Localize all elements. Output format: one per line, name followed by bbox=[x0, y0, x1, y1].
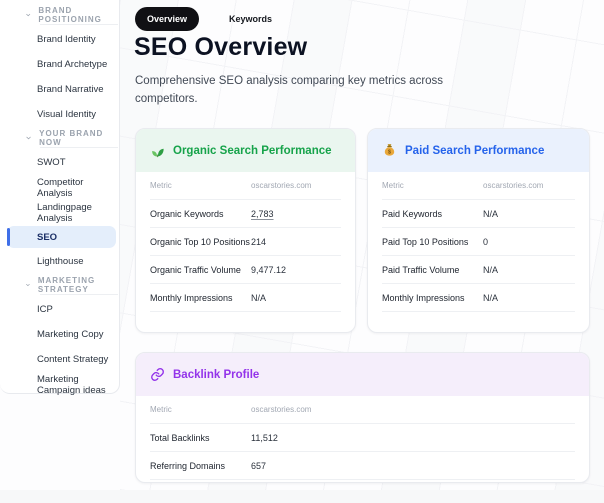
organic-search-card: Organic Search Performance Metric oscars… bbox=[135, 128, 356, 333]
page-bottom-strip bbox=[0, 490, 604, 503]
organic-card-header: Organic Search Performance bbox=[136, 129, 355, 172]
money-bag-icon: $ bbox=[384, 144, 395, 156]
sidebar-section-marketing-strategy[interactable]: MARKETING STRATEGY bbox=[0, 276, 119, 294]
sidebar-item-brand-archetype[interactable]: Brand Archetype bbox=[0, 52, 119, 77]
table-row: Paid Traffic Volume N/A bbox=[382, 256, 575, 284]
table-row: Organic Traffic Volume 9,477.12 bbox=[150, 256, 341, 284]
organic-metrics-table: Metric oscarstories.com Organic Keywords… bbox=[136, 172, 355, 312]
table-header-row: Metric oscarstories.com bbox=[382, 172, 575, 200]
page-description: Comprehensive SEO analysis comparing key… bbox=[135, 75, 444, 105]
section-label: YOUR BRAND NOW bbox=[39, 129, 104, 147]
chevron-down-icon bbox=[26, 136, 31, 140]
card-title: Backlink Profile bbox=[173, 368, 260, 381]
card-title: Paid Search Performance bbox=[405, 144, 545, 157]
sidebar-item-competitor-analysis[interactable]: Competitor Analysis bbox=[0, 175, 119, 200]
paid-metrics-table: Metric oscarstories.com Paid Keywords N/… bbox=[368, 172, 589, 312]
backlink-card-header: Backlink Profile bbox=[136, 353, 589, 396]
sidebar-item-marketing-copy[interactable]: Marketing Copy bbox=[0, 322, 119, 347]
sidebar-item-swot[interactable]: SWOT bbox=[0, 150, 119, 175]
table-row: Organic Top 10 Positions 214 bbox=[150, 228, 341, 256]
backlink-metrics-table: Metric oscarstories.com Total Backlinks … bbox=[136, 396, 589, 480]
paid-card-header: $ Paid Search Performance bbox=[368, 129, 589, 172]
divider bbox=[40, 24, 118, 25]
table-row: Monthly Impressions N/A bbox=[382, 284, 575, 312]
backlink-profile-card: Backlink Profile Metric oscarstories.com… bbox=[135, 352, 590, 483]
link-icon bbox=[151, 368, 164, 381]
sidebar-item-icp[interactable]: ICP bbox=[0, 297, 119, 322]
section-label: BRAND POSITIONING bbox=[38, 6, 102, 24]
sidebar: BRAND POSITIONING Brand Identity Brand A… bbox=[0, 0, 120, 397]
sidebar-item-lighthouse[interactable]: Lighthouse bbox=[0, 249, 119, 274]
sidebar-item-visual-identity[interactable]: Visual Identity bbox=[0, 102, 119, 127]
table-row: Referring Domains 657 bbox=[150, 452, 575, 480]
chevron-down-icon bbox=[26, 283, 30, 287]
sidebar-section-your-brand-now[interactable]: YOUR BRAND NOW bbox=[0, 129, 119, 147]
page-title: SEO Overview bbox=[134, 33, 308, 61]
sidebar-section-brand-positioning[interactable]: BRAND POSITIONING bbox=[0, 6, 119, 24]
sidebar-item-brand-narrative[interactable]: Brand Narrative bbox=[0, 77, 119, 102]
organic-keywords-value[interactable]: 2,783 bbox=[251, 209, 274, 219]
seedling-icon bbox=[152, 148, 164, 158]
table-row: Paid Keywords N/A bbox=[382, 200, 575, 228]
section-label: MARKETING STRATEGY bbox=[37, 276, 96, 294]
paid-search-card: $ Paid Search Performance Metric oscarst… bbox=[367, 128, 590, 333]
tab-overview[interactable]: Overview bbox=[135, 7, 200, 31]
svg-text:$: $ bbox=[388, 150, 391, 156]
sidebar-item-brand-identity[interactable]: Brand Identity bbox=[0, 27, 119, 52]
chevron-down-icon bbox=[26, 13, 31, 17]
sidebar-item-content-strategy[interactable]: Content Strategy bbox=[0, 347, 119, 372]
tab-bar: Overview Keywords bbox=[135, 7, 284, 31]
table-row: Paid Top 10 Positions 0 bbox=[382, 228, 575, 256]
tab-keywords[interactable]: Keywords bbox=[217, 7, 284, 31]
table-row: Organic Keywords 2,783 bbox=[150, 200, 341, 228]
divider bbox=[40, 147, 118, 148]
divider bbox=[40, 294, 118, 295]
table-row: Monthly Impressions N/A bbox=[150, 284, 341, 312]
card-title: Organic Search Performance bbox=[173, 144, 332, 157]
sidebar-item-marketing-campaign-ideas[interactable]: Marketing Campaign ideas bbox=[0, 372, 119, 397]
sidebar-item-seo[interactable]: SEO bbox=[7, 226, 116, 248]
table-header-row: Metric oscarstories.com bbox=[150, 396, 575, 424]
table-header-row: Metric oscarstories.com bbox=[150, 172, 341, 200]
table-row: Total Backlinks 11,512 bbox=[150, 424, 575, 452]
app: BRAND POSITIONING Brand Identity Brand A… bbox=[0, 0, 604, 503]
sidebar-item-landingpage-analysis[interactable]: Landingpage Analysis bbox=[0, 200, 119, 225]
